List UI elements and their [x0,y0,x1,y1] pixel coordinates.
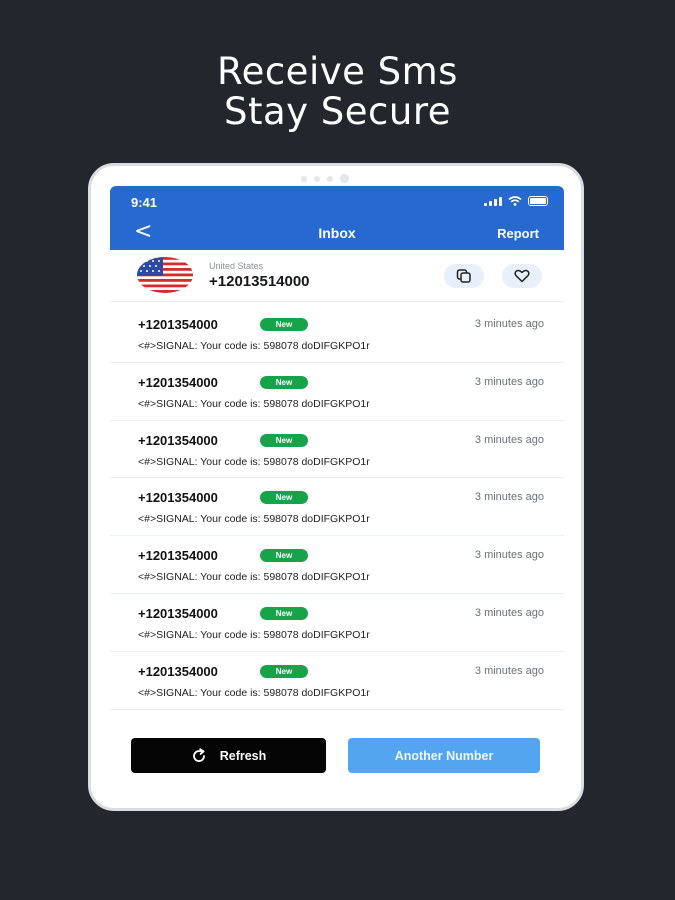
promo-line-1: Receive Sms [217,50,458,93]
us-flag-icon [137,257,193,293]
new-badge: New [260,664,308,678]
message-item[interactable]: +1201354000 New 3 minutes ago <#>SIGNAL:… [110,652,564,710]
promo-headline: Receive Sms Stay Secure [0,52,675,132]
message-item[interactable]: +1201354000 New 3 minutes ago <#>SIGNAL:… [110,421,564,479]
message-time: 3 minutes ago [474,318,544,330]
new-badge: New [260,433,308,447]
heart-icon [514,269,530,283]
copy-icon [456,269,471,283]
wifi-icon [508,196,522,206]
battery-icon [528,196,548,206]
status-icons [484,196,548,206]
message-time: 3 minutes ago [474,549,544,562]
message-item[interactable]: +1201354000 New 3 minutes ago <#>SIGNAL:… [110,305,564,363]
message-sender: +1201354000 [138,605,218,621]
message-item[interactable]: +1201354000 New 3 minutes ago <#>SIGNAL:… [110,536,564,594]
refresh-button[interactable]: Refresh [131,738,326,773]
new-badge: New [260,549,308,563]
status-time: 9:41 [131,195,158,210]
favorite-button[interactable] [502,264,542,288]
message-sender: +1201354000 [138,432,218,448]
message-item[interactable]: +1201354000 New 3 minutes ago <#>SIGNAL:… [110,478,564,537]
refresh-label: Refresh [219,748,267,763]
report-button[interactable]: Report [497,226,539,241]
refresh-icon [192,747,205,762]
new-badge: New [260,318,308,331]
message-item[interactable]: +1201354000 New 3 minutes ago <#>SIGNAL:… [110,363,564,421]
page-title: Inbox [318,225,356,241]
message-body: <#>SIGNAL: Your code is: 598078 doDIFGKP… [138,628,370,641]
tablet-frame: 9:41 < Inbox Report United States +12013… [88,163,584,811]
message-sender: +1201354000 [138,374,218,390]
app-bar: 9:41 < Inbox Report [110,186,564,250]
promo-line-2: Stay Secure [223,90,452,133]
message-sender: +1201354000 [138,490,218,506]
camera-dots [301,174,349,183]
bottom-actions: Refresh Another Number [110,714,564,790]
copy-button[interactable] [444,264,484,288]
message-body: <#>SIGNAL: Your code is: 598078 doDIFGKP… [138,571,370,584]
message-body: <#>SIGNAL: Your code is: 598078 doDIFGKP… [138,513,370,526]
message-sender: +1201354000 [138,548,218,564]
message-sender: +1201354000 [138,663,218,679]
phone-number: +12013514000 [209,273,310,290]
new-badge: New [260,606,308,620]
message-list: +1201354000 New 3 minutes ago <#>SIGNAL:… [110,305,564,710]
message-time: 3 minutes ago [474,606,544,619]
message-body: <#>SIGNAL: Your code is: 598078 doDIFGKP… [138,397,370,410]
new-badge: New [260,375,308,389]
message-item[interactable]: +1201354000 New 3 minutes ago <#>SIGNAL:… [110,594,564,652]
message-time: 3 minutes ago [474,491,544,504]
message-time: 3 minutes ago [474,375,544,388]
signal-icon [484,196,502,206]
message-sender: +1201354000 [138,317,218,332]
message-time: 3 minutes ago [474,433,544,446]
country-label: United States [209,261,264,271]
app-screen: 9:41 < Inbox Report United States +12013… [110,186,564,790]
another-number-button[interactable]: Another Number [348,738,540,773]
number-card: United States +12013514000 [110,250,564,302]
message-body: <#>SIGNAL: Your code is: 598078 doDIFGKP… [138,455,370,468]
new-badge: New [260,491,308,505]
message-time: 3 minutes ago [474,664,544,677]
message-body: <#>SIGNAL: Your code is: 598078 doDIFGKP… [138,686,370,699]
message-body: <#>SIGNAL: Your code is: 598078 doDIFGKP… [138,340,370,352]
